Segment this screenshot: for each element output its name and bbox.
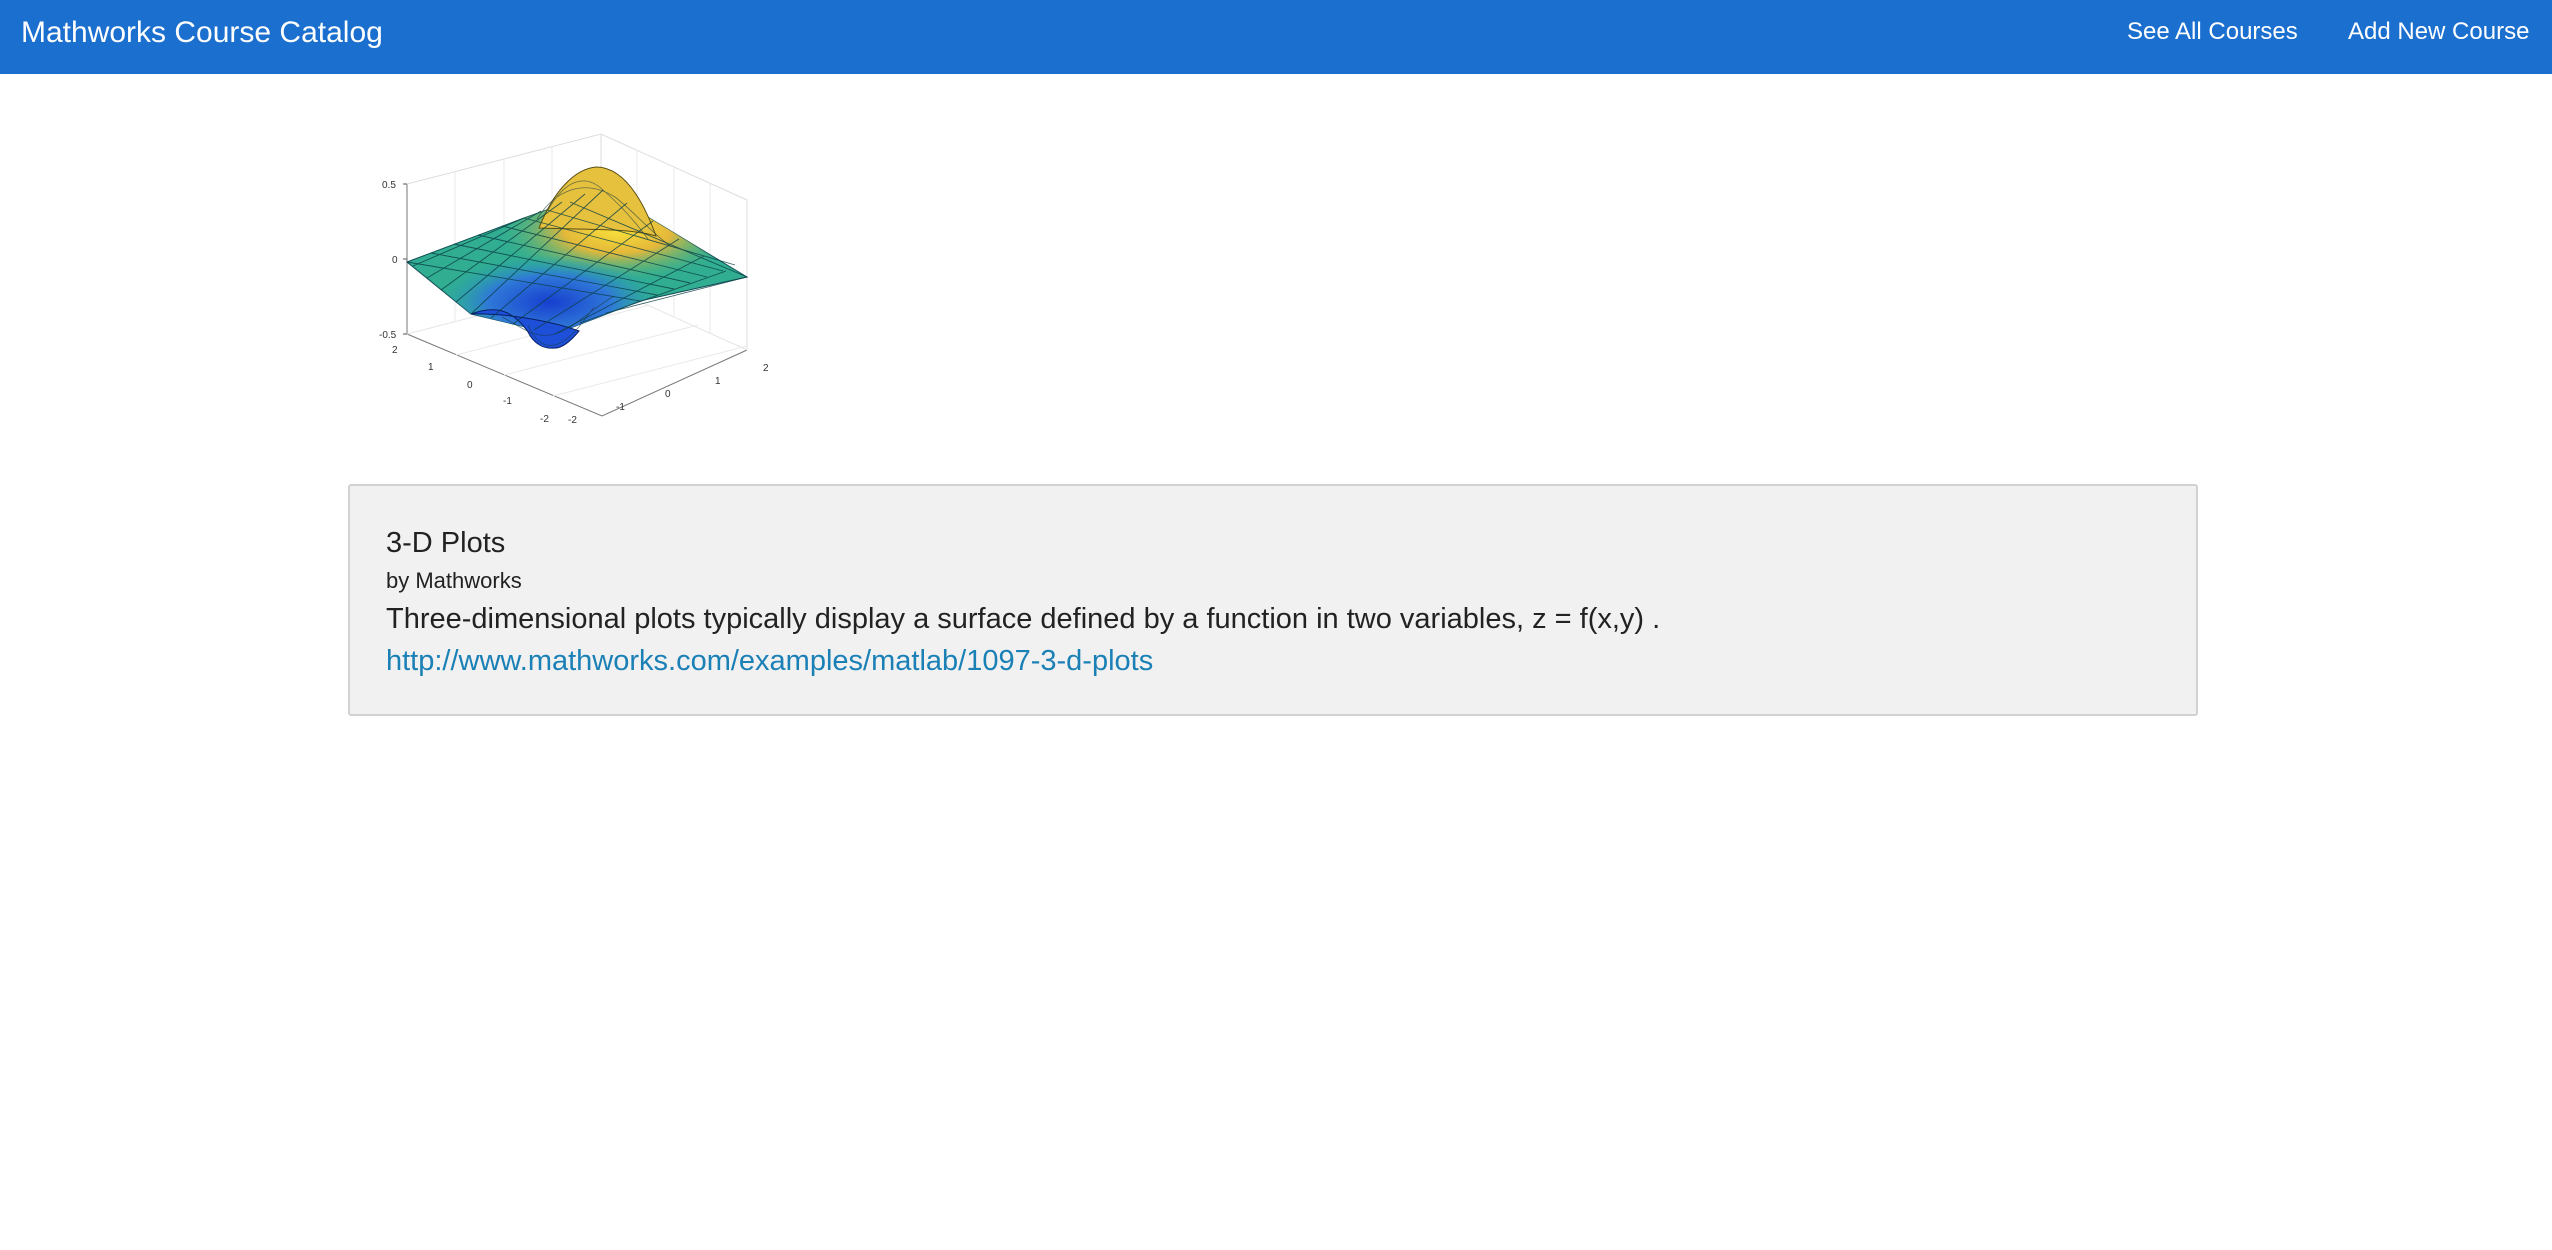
top-navbar: Mathworks Course Catalog See All Courses…	[0, 0, 2552, 74]
y-tick-label: 1	[428, 362, 434, 373]
z-axis-ticks: 0.5 0 -0.5	[379, 180, 407, 341]
add-new-course-link[interactable]: Add New Course	[2348, 17, 2529, 47]
x-tick-label: -1	[616, 402, 625, 413]
see-all-courses-link[interactable]: See All Courses	[2127, 17, 2298, 47]
x-tick-label: 0	[665, 389, 671, 400]
z-tick-label: -0.5	[379, 330, 397, 341]
course-card: 3-D Plots by Mathworks Three-dimensional…	[348, 484, 2198, 716]
y-axis-ticks: 2 1 0 -1 -2	[392, 345, 549, 425]
course-description: Three-dimensional plots typically displa…	[386, 603, 1661, 635]
z-tick-label: 0	[392, 255, 398, 266]
course-title: 3-D Plots	[386, 527, 506, 559]
brand-link[interactable]: Mathworks Course Catalog	[21, 15, 383, 51]
y-tick-label: 2	[392, 345, 398, 356]
y-tick-label: -2	[540, 414, 549, 425]
x-axis-ticks: -2 -1 0 1 2	[568, 363, 769, 426]
course-image: 0.5 0 -0.5 2 1 0 -1 -2 -2 -1 0 1 2	[379, 133, 769, 426]
x-tick-label: -2	[568, 415, 577, 426]
x-tick-label: 1	[715, 376, 721, 387]
course-url-link[interactable]: http://www.mathworks.com/examples/matlab…	[386, 643, 1153, 679]
y-tick-label: 0	[467, 380, 473, 391]
x-tick-label: 2	[763, 363, 769, 374]
y-tick-label: -1	[503, 396, 512, 407]
course-author: by Mathworks	[386, 568, 522, 593]
z-tick-label: 0.5	[382, 180, 396, 191]
